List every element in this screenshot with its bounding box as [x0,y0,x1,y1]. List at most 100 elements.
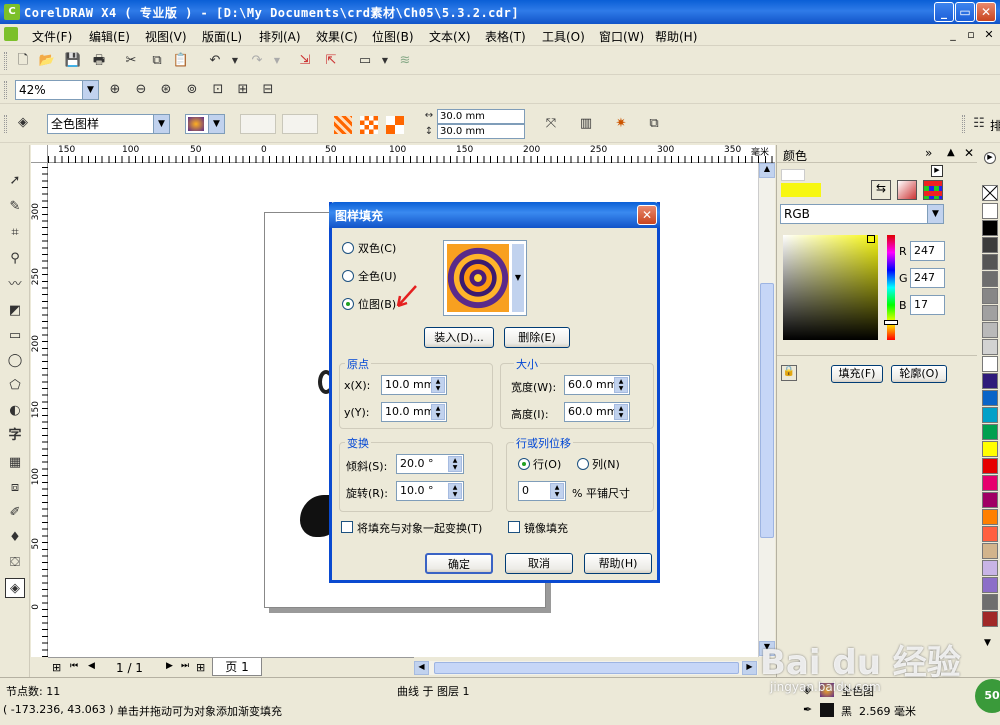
ruler-origin[interactable] [31,145,48,163]
palette-swatch[interactable] [982,322,998,338]
print-icon[interactable]: 🖶 [90,52,108,70]
next-page-icon[interactable]: ▶ [166,661,173,671]
palette-swatch[interactable] [982,390,998,406]
palette-swatch[interactable] [982,509,998,525]
menu-effects[interactable]: 效果(C) [316,28,358,45]
menu-tools[interactable]: 工具(O) [542,28,585,45]
import-icon[interactable]: ⇲ [296,52,314,70]
color-picker-area[interactable] [783,235,878,340]
spinner-icon[interactable]: ▲ ▼ [431,377,445,393]
polygon-tool-icon[interactable]: ⬠ [5,376,25,396]
application-launcher-icon[interactable]: ▭ [356,52,374,70]
palette-swatch[interactable] [982,288,998,304]
table-tool-icon[interactable]: ▦ [5,453,25,473]
redo-icon[interactable]: ↷ [248,52,266,70]
zoom-out-icon[interactable]: ⊖ [132,81,150,99]
color-model-combo[interactable]: RGB ▼ [780,204,944,224]
toolbar-grip[interactable] [4,81,7,99]
palette-swatch[interactable] [982,220,998,236]
ok-button[interactable]: 确定 [425,553,493,574]
lock-icon[interactable]: 🔒 [781,365,797,381]
collapse-docker-icon[interactable]: ▲ [947,147,955,158]
front-color-picker[interactable] [240,114,276,134]
palette-swatch[interactable] [982,407,998,423]
row-offset-radio[interactable] [518,458,530,470]
menu-table[interactable]: 表格(T) [485,28,526,45]
expand-docker-icon[interactable]: » [925,146,932,160]
outline-tool-icon[interactable]: ♦ [5,528,25,548]
freehand-tool-icon[interactable]: 〰 [5,275,25,295]
height-field[interactable]: 60.0 mm ▲ ▼ [564,402,630,422]
scroll-up-icon[interactable]: ▲ [759,163,775,178]
palette-swatch[interactable] [982,594,998,610]
toolbar-grip[interactable] [4,115,7,133]
palette-swatch[interactable] [982,577,998,593]
add-page-after-icon[interactable]: ⊞ [196,661,205,674]
zoom-all-objects-icon[interactable]: ⊚ [183,81,201,99]
blend-tool-icon[interactable]: ⧈ [5,478,25,498]
palette-swatch[interactable] [982,271,998,287]
r-value-field[interactable]: 247 [910,241,945,261]
menu-text[interactable]: 文本(X) [429,28,471,45]
horizontal-scroll-thumb[interactable] [434,662,739,674]
horizontal-scrollbar[interactable]: ◀ ▶ [414,661,758,675]
cancel-button[interactable]: 取消 [505,553,573,574]
pattern-picker[interactable]: ▼ [185,114,225,134]
menu-view[interactable]: 视图(V) [145,28,187,45]
mirror-fill-label[interactable]: 镜像填充 [524,520,568,536]
pick-tool-icon[interactable]: ➚ [5,171,25,191]
interactive-fill-tool-icon[interactable]: ◈ [5,578,25,598]
spinner-icon[interactable]: ▲ ▼ [614,377,628,393]
dialog-close-icon[interactable]: ✕ [637,205,657,225]
width-field[interactable]: 60.0 mm ▲ ▼ [564,375,630,395]
vertical-scrollbar[interactable]: ▲ ▼ [758,163,775,657]
zoom-tool-icon[interactable]: ⚲ [5,249,25,269]
color-viewers-icon[interactable] [897,180,917,200]
zoom-selected-icon[interactable]: ⊛ [157,81,175,99]
palette-swatch[interactable] [982,492,998,508]
cut-icon[interactable]: ✂ [122,52,140,70]
page-tab[interactable]: 页 1 [212,658,262,676]
offset-field[interactable]: 0 ▲ ▼ [518,481,566,501]
medium-tile-icon[interactable] [360,116,378,134]
text-tool-icon[interactable]: 字 [5,426,25,446]
toolbar-grip[interactable] [4,52,7,70]
welcome-screen-icon[interactable]: ≋ [396,52,414,70]
chevron-down-icon[interactable]: ▼ [512,244,524,312]
menu-layout[interactable]: 版面(L) [202,28,242,45]
open-icon[interactable]: 📂 [38,52,56,70]
doc-restore-icon[interactable]: ▫ [964,28,978,42]
palette-swatch[interactable] [982,441,998,457]
palette-scroll-up-icon[interactable]: ▶ [984,152,996,164]
palette-swatch[interactable] [982,543,998,559]
copy-icon[interactable]: ⧉ [148,52,166,70]
outline-button[interactable]: 轮廓(O) [891,365,947,383]
col-offset-label[interactable]: 列(N) [592,456,620,472]
smart-fill-tool-icon[interactable]: ◩ [5,301,25,321]
crop-tool-icon[interactable]: ⌗ [5,223,25,243]
first-page-icon[interactable]: ⏮ [70,661,78,671]
vertical-ruler[interactable]: 300 250 200 150 100 50 0 [31,163,48,657]
spinner-icon[interactable]: ▲ ▼ [550,483,564,499]
zoom-level-combo[interactable]: 42% ▼ [15,80,99,100]
mirror-tiles-icon[interactable]: ▥ [577,115,595,133]
full-color-radio[interactable] [342,270,354,282]
scroll-right-icon[interactable]: ▶ [742,661,757,675]
spinner-icon[interactable]: ▲ ▼ [614,404,628,420]
basic-shapes-tool-icon[interactable]: ◐ [5,401,25,421]
pattern-preview[interactable]: ▼ [443,240,527,316]
fill-button[interactable]: 填充(F) [831,365,883,383]
g-value-field[interactable]: 247 [910,268,945,288]
export-icon[interactable]: ⇱ [322,52,340,70]
doc-close-icon[interactable]: ✕ [982,28,996,42]
save-icon[interactable]: 💾 [64,52,82,70]
col-offset-radio[interactable] [577,458,589,470]
fill-tool-icon[interactable]: ⛋ [5,553,25,573]
horizontal-ruler[interactable]: 150 100 50 0 50 100 150 200 250 300 350 … [48,145,775,163]
zoom-page-width-icon[interactable]: ⊞ [234,81,252,99]
two-color-radio[interactable] [342,242,354,254]
chevron-down-icon[interactable]: ▼ [153,115,169,133]
chevron-down-icon[interactable]: ▼ [927,205,943,223]
doc-minimize-icon[interactable]: _ [946,28,960,42]
paste-icon[interactable]: 📋 [172,52,190,70]
